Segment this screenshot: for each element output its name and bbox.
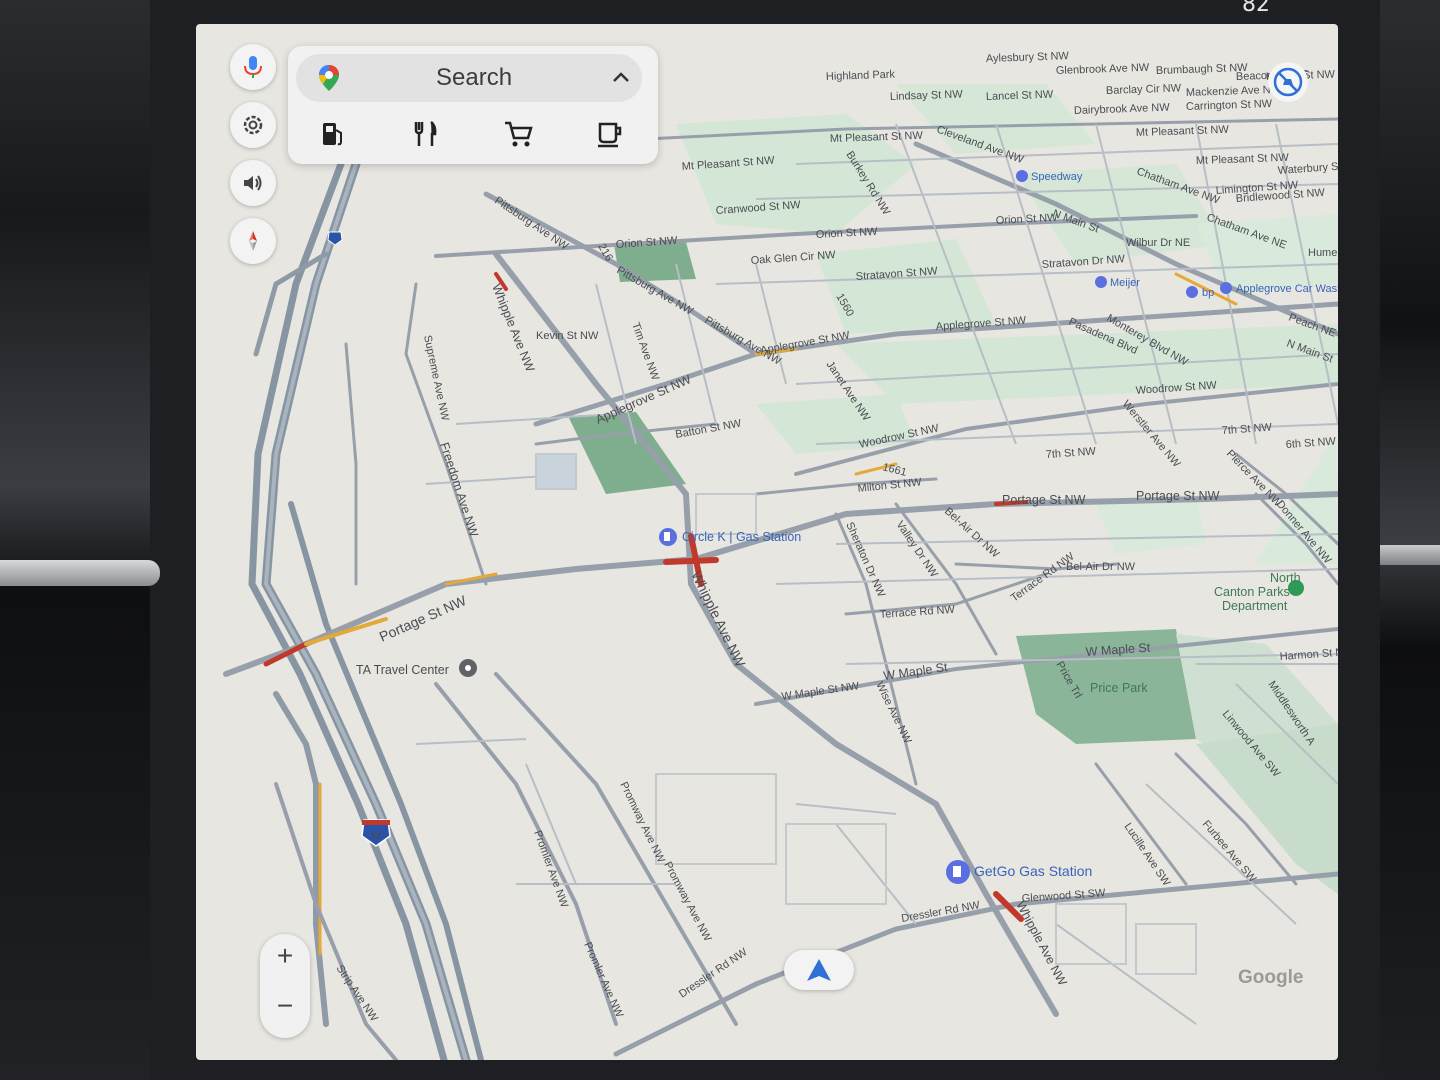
chrome-trim — [0, 560, 160, 586]
road-label: Milton St NW — [857, 476, 923, 495]
canton-parks-pin[interactable]: North Canton Parks Department — [1214, 571, 1304, 613]
price-park-label: Price Park — [1090, 681, 1148, 695]
svg-text:Applegrove Car Wash: Applegrove Car Wash — [1236, 283, 1338, 295]
road-label: Stratavon Dr NW — [1041, 253, 1125, 271]
road-label: Valley Dr NW — [894, 519, 941, 580]
road-label: Batton St NW — [674, 417, 742, 440]
road-label: Promway Ave NW — [617, 780, 667, 865]
road-label: Glenbrook Ave NW — [1056, 62, 1150, 77]
road-label: Hume Dr — [1308, 247, 1338, 259]
svg-text:Circle K | Gas Station: Circle K | Gas Station — [682, 530, 801, 544]
road-label: Lancel St NW — [986, 89, 1054, 103]
zoom-out-button[interactable]: − — [260, 990, 310, 1022]
road-label: Promler Ave NW — [531, 829, 570, 910]
no-driving-icon — [1273, 67, 1303, 97]
road-label: Whipple Ave NW — [688, 568, 749, 670]
road-label: Highland Park — [826, 69, 896, 83]
search-panel: Search — [288, 46, 658, 164]
road-label: Mt Pleasant St NW — [830, 130, 924, 145]
zoom-controls: + − — [260, 934, 310, 1038]
device-status-text: 82 — [1242, 0, 1270, 17]
road-label: Dairybrook Ave NW — [1074, 102, 1171, 117]
applegrove-car-wash-pin[interactable]: Applegrove Car Wash — [1220, 282, 1338, 295]
road-label: Glenwood St SW — [1021, 887, 1106, 905]
compass-icon — [249, 231, 257, 251]
gas-category-button[interactable] — [313, 116, 353, 152]
microphone-icon — [244, 56, 262, 78]
coffee-cup-icon — [598, 122, 622, 148]
volume-button[interactable] — [230, 160, 276, 206]
road-label: Freedom Ave NW — [437, 441, 481, 539]
road-label: Kevin St NW — [536, 330, 599, 342]
zoom-in-button[interactable]: + — [260, 940, 310, 972]
svg-text:Department: Department — [1222, 599, 1288, 613]
compass-button[interactable] — [230, 218, 276, 264]
road-label: 7th St NW — [1045, 445, 1096, 461]
settings-button[interactable] — [230, 102, 276, 148]
meijer-pin[interactable]: Meijer — [1095, 276, 1140, 289]
gas-station-icon — [323, 123, 342, 146]
svg-text:Speedway: Speedway — [1031, 171, 1083, 183]
circle-k-pin[interactable]: Circle K | Gas Station — [659, 528, 801, 546]
road-label: Whipple Ave NW — [1013, 899, 1069, 988]
road-label: Promler Ave NW — [581, 940, 625, 1020]
road-label: Bel-Air Dr NW — [1066, 561, 1136, 573]
road-label: Aylesbury St NW — [986, 50, 1070, 65]
voice-button[interactable] — [230, 44, 276, 90]
road-label: Barclay Cir NW — [1106, 82, 1182, 97]
road-label: 1661 — [881, 461, 908, 479]
road-label: Bel-Air Dr NW — [942, 505, 1002, 561]
road-label: Strip Ave NW — [334, 963, 381, 1024]
dashboard-left-panel — [0, 0, 150, 1080]
road-label: Mt Pleasant St NW — [1136, 124, 1230, 139]
svg-text:Meijer: Meijer — [1110, 277, 1140, 289]
road-label: Terrace Rd NW — [879, 604, 955, 621]
svg-text:North: North — [1270, 571, 1301, 585]
road-label: Brumbaugh St NW — [1156, 62, 1249, 77]
road-label: Portage St NW — [377, 592, 470, 645]
road-label: Wilbur Dr NE — [1126, 237, 1190, 249]
road-label: 7th St NW — [1221, 421, 1272, 437]
ta-travel-center-pin[interactable]: TA Travel Center — [356, 659, 477, 677]
navigation-arrow-icon — [807, 959, 831, 981]
chrome-trim — [1380, 545, 1440, 565]
road-label: Pittsburg Ave NW — [492, 195, 571, 253]
fork-knife-icon — [414, 121, 437, 146]
google-watermark: Google — [1238, 967, 1304, 988]
recenter-button[interactable] — [784, 950, 854, 990]
road-label: Carrington St NW — [1186, 98, 1273, 113]
shopping-cart-icon — [505, 121, 533, 147]
road-label: Orion St NW — [996, 212, 1059, 227]
search-label: Search — [436, 64, 513, 91]
speaker-icon — [244, 175, 262, 191]
gear-icon — [243, 115, 263, 135]
dashboard-right-panel — [1380, 0, 1440, 1080]
road-label: Sheraton Dr NW — [843, 520, 887, 599]
road-label: Harmon St NW — [1279, 646, 1338, 663]
map-screen[interactable]: 77 Whipple Ave NW Whipple Ave NW Whipple… — [196, 24, 1338, 1060]
map-canvas[interactable]: 77 Whipple Ave NW Whipple Ave NW Whipple… — [196, 24, 1338, 1060]
restaurants-category-button[interactable] — [405, 116, 445, 152]
road-label: Orion St NW — [816, 226, 879, 241]
bp-pin[interactable]: bp — [1186, 286, 1214, 299]
chevron-up-icon[interactable] — [612, 70, 630, 84]
svg-text:GetGo Gas Station: GetGo Gas Station — [974, 863, 1092, 879]
svg-text:TA Travel Center: TA Travel Center — [356, 663, 449, 677]
search-bar[interactable]: Search — [296, 54, 642, 102]
road-label: Portage St NW — [1002, 493, 1086, 507]
drive-mode-toggle[interactable] — [1268, 62, 1308, 102]
svg-text:Canton Parks: Canton Parks — [1214, 585, 1290, 599]
svg-text:bp: bp — [1202, 287, 1214, 299]
svg-text:77: 77 — [370, 832, 382, 843]
road-label: W Maple St NW — [781, 680, 861, 703]
road-label: Promway Ave NW — [661, 860, 713, 944]
groceries-category-button[interactable] — [498, 116, 538, 152]
coffee-category-button[interactable] — [590, 116, 630, 152]
road-label: Mt Pleasant St NW — [1196, 152, 1290, 167]
road-label: Lindsay St NW — [890, 88, 964, 103]
google-maps-pin-icon — [319, 65, 339, 91]
road-label: Tim Ave NW — [629, 321, 661, 383]
road-label: Portage St NW — [1136, 489, 1220, 503]
